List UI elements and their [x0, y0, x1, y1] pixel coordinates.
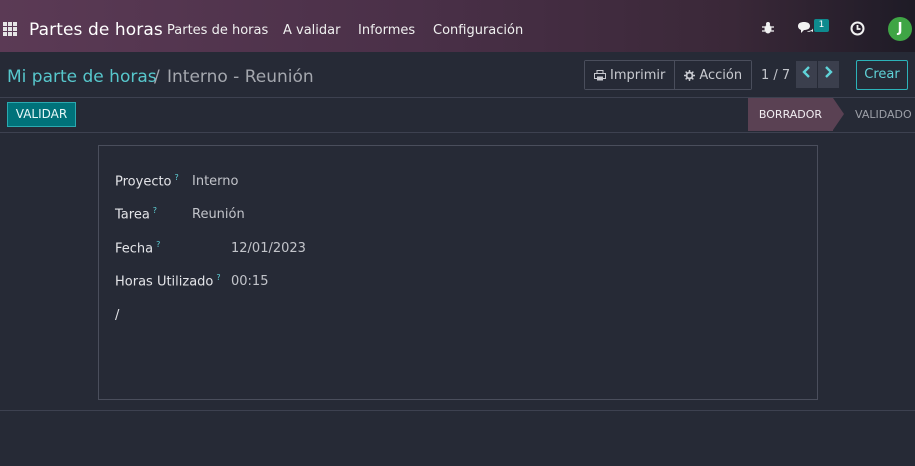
field-label-tarea: Tarea?	[115, 206, 157, 222]
help-icon[interactable]: ?	[216, 273, 220, 282]
breadcrumb-root[interactable]: Mi parte de horas	[7, 67, 157, 87]
chevron-left-icon	[802, 66, 810, 78]
field-value-tarea[interactable]: Reunión	[192, 207, 245, 222]
action-label: Acción	[699, 67, 743, 83]
field-label-fecha: Fecha?	[115, 240, 160, 256]
validate-button[interactable]: VALIDAR	[7, 102, 76, 127]
pager-previous-button[interactable]	[796, 61, 817, 88]
pager-next-button[interactable]	[818, 61, 839, 88]
gear-icon	[684, 69, 696, 81]
label-text: Horas Utilizado	[115, 274, 214, 290]
breadcrumb-separator: /	[154, 67, 160, 87]
status-bar: VALIDAR BORRADOR VALIDADO	[0, 98, 915, 133]
messages-badge: 1	[814, 19, 829, 32]
field-value-proyecto[interactable]: Interno	[192, 174, 238, 189]
label-text: Proyecto	[115, 174, 172, 190]
apps-menu-icon[interactable]	[3, 22, 17, 36]
action-button[interactable]: Acción	[674, 61, 752, 89]
page-footer-area	[0, 412, 915, 466]
print-button[interactable]: Imprimir	[585, 61, 675, 89]
stage-borrador[interactable]: BORRADOR	[748, 98, 833, 131]
field-value-fecha[interactable]: 12/01/2023	[231, 241, 306, 256]
menu-a-validar[interactable]: A validar	[283, 23, 340, 38]
print-label: Imprimir	[610, 67, 666, 83]
menu-partes-de-horas[interactable]: Partes de horas	[167, 23, 268, 38]
print-icon	[594, 69, 606, 80]
app-title[interactable]: Partes de horas	[29, 20, 163, 40]
chevron-right-icon	[825, 66, 833, 78]
description-field[interactable]: /	[115, 308, 119, 323]
create-button[interactable]: Crear	[856, 60, 908, 90]
help-icon[interactable]: ?	[153, 206, 157, 215]
field-value-horas-utilizado[interactable]: 00:15	[231, 274, 268, 289]
field-label-horas-utilizado: Horas Utilizado?	[115, 273, 221, 289]
bug-icon[interactable]	[759, 21, 777, 39]
menu-informes[interactable]: Informes	[358, 23, 415, 38]
top-navbar: Partes de horas Partes de horas A valida…	[0, 0, 915, 52]
help-icon[interactable]: ?	[175, 173, 179, 182]
action-button-group: Imprimir Acción	[584, 60, 753, 90]
stage-validado[interactable]: VALIDADO	[855, 98, 912, 131]
chat-icon[interactable]	[796, 21, 814, 39]
label-text: Tarea	[115, 207, 150, 223]
field-label-proyecto: Proyecto?	[115, 173, 179, 189]
clock-icon[interactable]	[848, 21, 866, 39]
help-icon[interactable]: ?	[156, 240, 160, 249]
menu-configuracion[interactable]: Configuración	[433, 23, 523, 38]
stage-arrow	[833, 98, 844, 130]
breadcrumb-current: Interno - Reunión	[167, 67, 314, 87]
user-avatar[interactable]: J	[888, 17, 912, 41]
pager-value[interactable]: 1 / 7	[761, 68, 790, 83]
label-text: Fecha	[115, 241, 154, 257]
